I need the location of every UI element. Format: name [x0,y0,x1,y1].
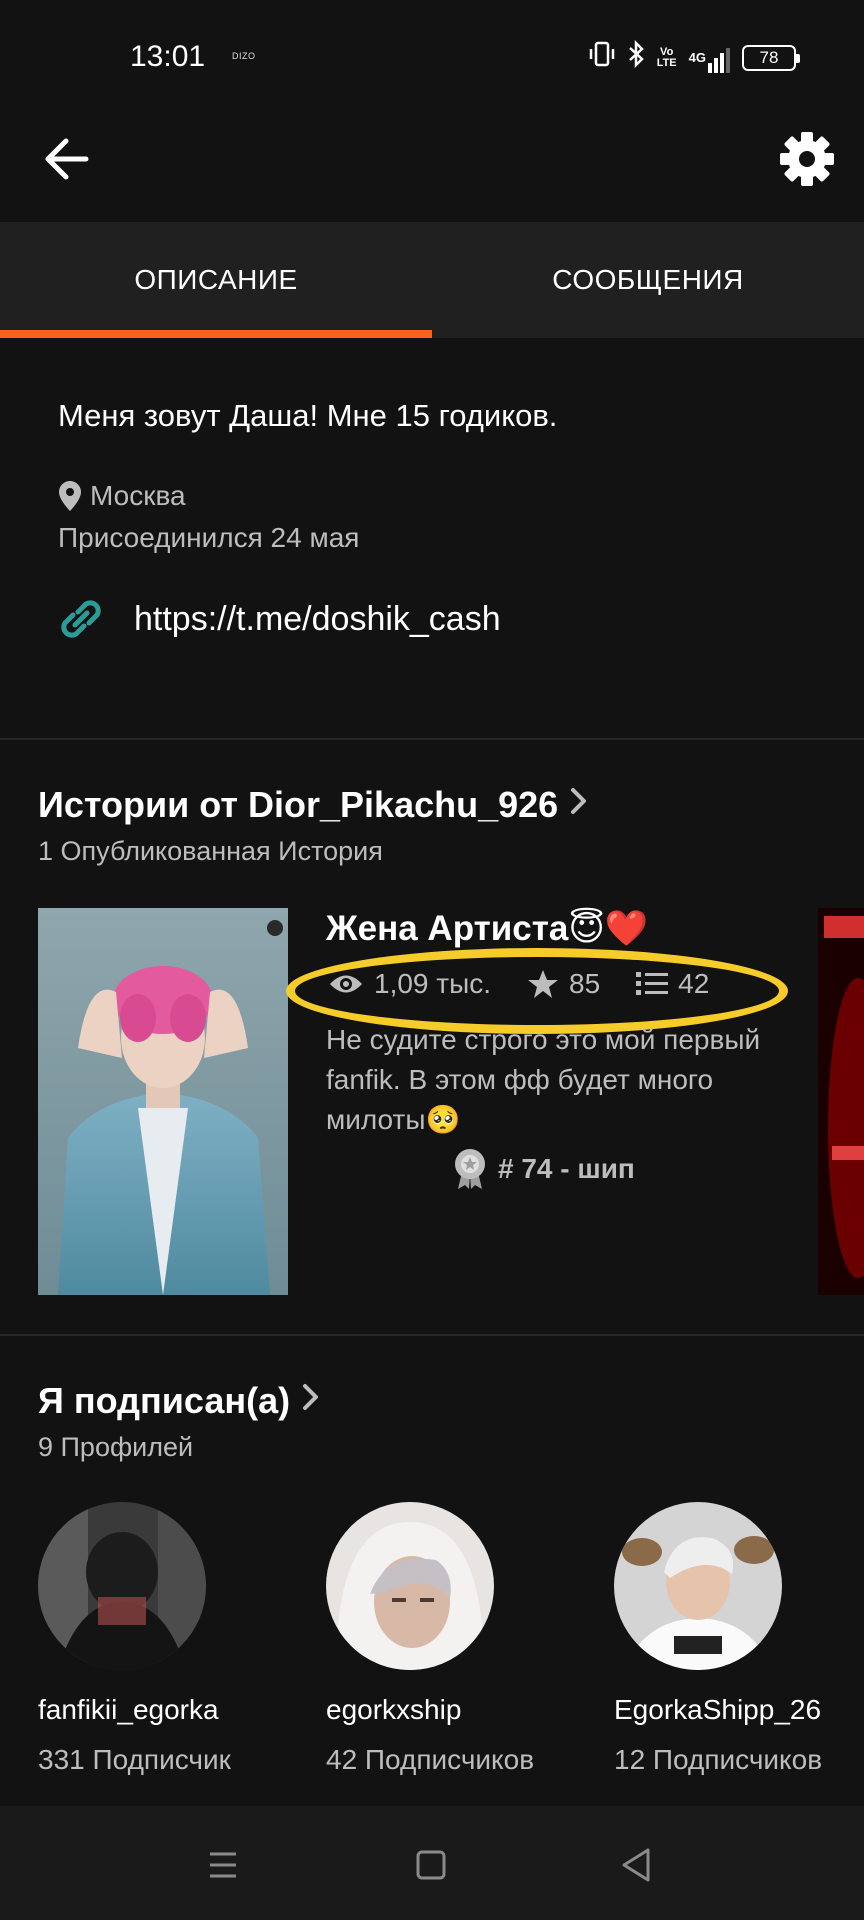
bluetooth-icon [627,39,645,76]
system-nav-bar [0,1806,864,1920]
arrow-left-icon [45,138,89,180]
profile-bio: Меня зовут Даша! Мне 15 годиков. [58,398,558,433]
back-button[interactable] [40,132,94,186]
avatar[interactable] [614,1502,782,1670]
network-type: 4G [688,50,706,65]
location-row: Москва [58,480,186,512]
story-cover-image[interactable] [38,908,288,1295]
divider [0,1334,864,1336]
gear-icon [780,132,834,186]
volte-icon: Vo LTE [656,46,677,69]
home-nav-button[interactable] [408,1842,454,1888]
following-list: fanfikii_egorka 331 Подписчик egorkxship… [38,1502,864,1776]
join-date: Присоединился 24 мая [58,522,360,553]
story-title[interactable]: Жена Артиста😇❤️ [326,908,648,949]
following-header[interactable]: Я подписан(а) [38,1380,320,1422]
story-description: Не судите строго это мой первый fanfik. … [326,1024,761,1135]
battery-level: 78 [759,48,779,67]
signal-icon: 4G [689,43,730,73]
app-bar [0,110,864,222]
status-icons: Vo LTE 4G 78 [589,39,800,76]
profile-name[interactable]: fanfikii_egorka [38,1694,326,1726]
battery-indicator: 78 [742,45,800,71]
profile-name[interactable]: egorkxship [326,1694,614,1726]
profile-followers: 42 Подписчиков [326,1744,535,1775]
following-title: Я подписан(а) [38,1380,291,1421]
triangle-back-icon [622,1848,650,1882]
status-carrier: DIZO [232,51,256,61]
rank-text: # 74 - шип [498,1153,635,1184]
next-story-cover[interactable] [818,908,864,1295]
square-icon [416,1850,446,1880]
tab-messages[interactable]: СООБЩЕНИЯ [432,222,864,338]
vibrate-icon [589,40,615,76]
profile-card[interactable]: EgorkaShipp_26 12 Подписчиков [614,1502,864,1776]
menu-nav-button[interactable] [200,1842,246,1888]
stories-header[interactable]: Истории от Dior_Pikachu_926 [38,784,588,826]
avatar[interactable] [38,1502,206,1670]
profile-link-text[interactable]: https://t.me/doshik_cash [134,600,501,639]
chevron-right-icon [302,1382,320,1421]
profile-name[interactable]: EgorkaShipp_26 [614,1694,864,1726]
divider [0,738,864,740]
status-time: 13:01 [130,40,206,73]
profile-link[interactable]: https://t.me/doshik_cash [56,594,501,644]
settings-button[interactable] [778,130,836,188]
stories-title: Истории от Dior_Pikachu_926 [38,784,559,825]
chevron-right-icon [570,786,588,825]
profile-card[interactable]: egorkxship 42 Подписчиков [326,1502,614,1776]
following-count: 9 Профилей [38,1432,194,1462]
profile-followers: 12 Подписчиков [614,1744,823,1775]
story-rank[interactable]: # 74 - шип [452,1148,635,1190]
award-badge-icon [455,1149,485,1189]
avatar[interactable] [326,1502,494,1670]
status-bar: 13:01 DIZO Vo LTE 4G 78 [0,0,864,110]
stories-count: 1 Опубликованная История [38,836,383,866]
back-nav-button[interactable] [614,1842,660,1888]
link-icon [61,600,101,638]
location-text: Москва [90,480,186,511]
profile-screen: 13:01 DIZO Vo LTE 4G 78 ОПИСАНИЕ СООБЩЕН… [0,0,864,1920]
menu-icon [210,1852,236,1878]
profile-card[interactable]: fanfikii_egorka 331 Подписчик [38,1502,326,1776]
profile-followers: 331 Подписчик [38,1744,231,1775]
tab-description[interactable]: ОПИСАНИЕ [0,222,432,338]
tab-bar: ОПИСАНИЕ СООБЩЕНИЯ [0,222,864,338]
map-pin-icon [59,481,81,511]
